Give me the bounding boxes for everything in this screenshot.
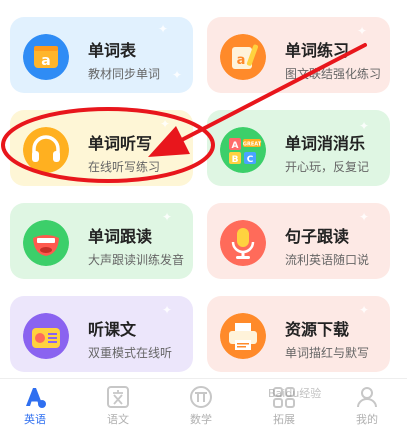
tab-chinese[interactable]: 语文 (83, 385, 153, 427)
tab-profile[interactable]: 我的 (332, 385, 402, 427)
radio-icon (23, 313, 69, 359)
tab-label: 数学 (190, 413, 212, 426)
printer-icon (220, 313, 266, 359)
pencil-a-icon: a (220, 34, 266, 80)
tab-math[interactable]: 数学 (166, 385, 236, 427)
svg-text:a: a (41, 53, 50, 69)
english-a-icon (26, 388, 46, 408)
sparkle-decoration: ✦ (162, 210, 173, 224)
letter-a-book-icon: a (23, 34, 69, 80)
card-word-practice[interactable]: ✦ a 单词练习 图文联结强化练习 (207, 17, 390, 93)
tab-english[interactable]: 英语 (0, 385, 70, 427)
card-title: 单词跟读 (88, 227, 153, 246)
card-word-match-game[interactable]: ✦ A B C GREAT 单词消消乐 开心玩，反复记 (207, 110, 390, 186)
tab-label: 拓展 (273, 413, 295, 426)
card-word-dictation[interactable]: ✦ 单词听写 在线听写练习 (10, 110, 193, 186)
tab-label: 语文 (107, 413, 129, 426)
svg-text:a: a (237, 53, 246, 68)
card-title: 听课文 (88, 320, 137, 339)
sparkle-decoration: ✦ (158, 22, 169, 36)
card-subtitle: 在线听写练习 (88, 160, 161, 174)
card-title: 单词练习 (285, 41, 350, 60)
tab-label: 我的 (356, 413, 378, 426)
block-c-label: C (247, 155, 254, 165)
sparkle-decoration: ✦ (172, 68, 183, 82)
card-word-list[interactable]: ✦ ✦ a 单词表 教材同步单词 (10, 17, 193, 93)
card-subtitle: 双重模式在线听 (88, 346, 173, 360)
math-pi-icon (190, 386, 212, 408)
abc-blocks-icon: A B C GREAT (220, 127, 266, 173)
headphones-icon (23, 127, 69, 173)
app-screen: ✦ ✦ a 单词表 教材同步单词 ✦ a 单词练习 图文联结强化练习 ✦ 单词听… (0, 0, 407, 430)
card-title: 单词消消乐 (285, 134, 366, 153)
card-listen-text[interactable]: ✦ 听课文 双重模式在线听 (10, 296, 193, 372)
card-title: 单词听写 (88, 134, 153, 153)
sparkle-decoration: ✦ (160, 117, 171, 131)
block-a-label: A (232, 141, 239, 151)
card-subtitle: 教材同步单词 (88, 67, 161, 81)
card-title: 单词表 (88, 41, 137, 60)
card-word-read-along[interactable]: ✦ 单词跟读 大声跟读训练发音 (10, 203, 193, 279)
card-subtitle: 开心玩，反复记 (285, 160, 370, 174)
sparkle-decoration: ✦ (359, 303, 370, 317)
tab-label: 英语 (24, 413, 46, 426)
card-subtitle: 图文联结强化练习 (285, 67, 382, 81)
sparkle-decoration: ✦ (162, 303, 173, 317)
card-title: 句子跟读 (285, 227, 350, 246)
block-b-label: B (232, 155, 239, 165)
sparkle-decoration: ✦ (359, 210, 370, 224)
profile-icon (357, 387, 377, 408)
singing-mouth-icon (23, 220, 69, 266)
card-subtitle: 流利英语随口说 (285, 253, 370, 267)
card-subtitle: 大声跟读训练发音 (88, 253, 185, 267)
chinese-wen-icon (107, 386, 129, 408)
card-subtitle: 单词描红与默写 (285, 346, 370, 360)
bottom-tab-bar: 英语 语文 数学 拓展 我的 Baidu经验 (0, 378, 407, 430)
card-title: 资源下载 (285, 320, 350, 339)
card-resource-download[interactable]: ✦ 资源下载 单词描红与默写 (207, 296, 390, 372)
great-label: GREAT (243, 142, 262, 148)
baidu-watermark: Baidu经验 (268, 387, 322, 400)
microphone-icon (220, 220, 266, 266)
sparkle-decoration: ✦ (357, 24, 368, 38)
card-sentence-read-along[interactable]: ✦ 句子跟读 流利英语随口说 (207, 203, 390, 279)
